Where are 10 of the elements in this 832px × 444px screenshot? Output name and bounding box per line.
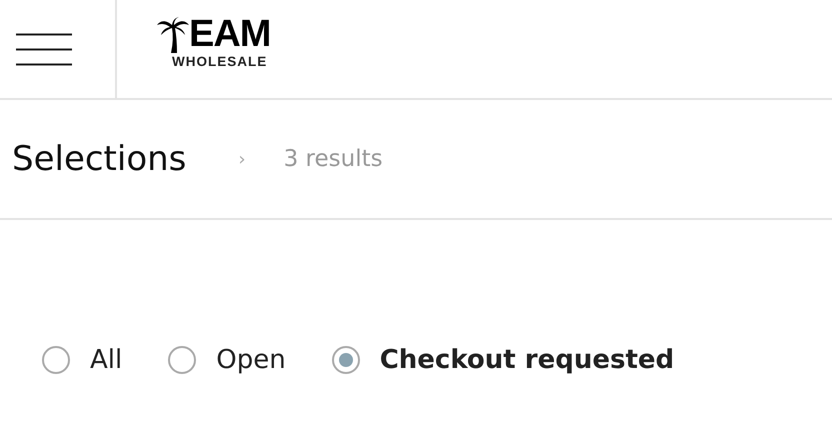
breadcrumb-separator: › <box>238 148 246 170</box>
menu-icon <box>16 32 72 66</box>
filter-radio[interactable]: Checkout requested <box>332 345 674 375</box>
logo-text: EAM <box>189 15 270 53</box>
page-title: Selections <box>12 139 186 179</box>
result-count: 3 results <box>284 146 383 172</box>
logo-subtitle: WHOLESALE <box>172 54 268 69</box>
filter-radio[interactable]: All <box>42 345 122 375</box>
filter-radio[interactable]: Open <box>168 345 286 375</box>
palm-tree-icon <box>157 17 189 53</box>
